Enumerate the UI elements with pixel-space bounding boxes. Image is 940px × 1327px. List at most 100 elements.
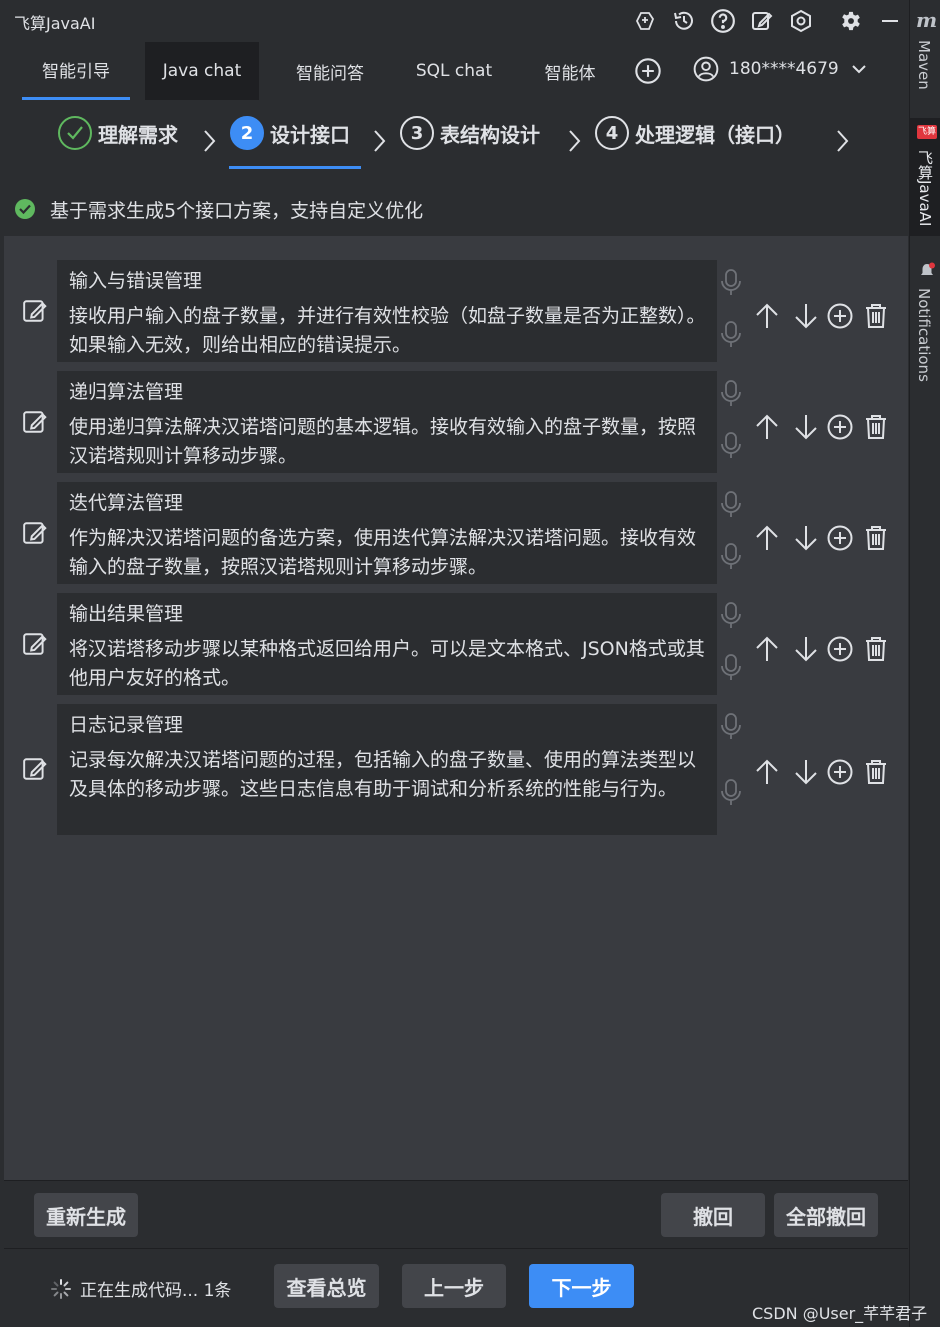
tab-agent[interactable]: 智能体: [526, 42, 614, 100]
interface-card[interactable]: 递归算法管理 使用递归算法解决汉诺塔问题的基本逻辑。接收有效输入的盘子数量，按照…: [57, 371, 717, 473]
step-label: 设计接口: [270, 122, 350, 147]
move-up-icon[interactable]: [753, 524, 781, 552]
microphone-icon[interactable]: [720, 490, 742, 518]
interface-card[interactable]: 日志记录管理 记录每次解决汉诺塔问题的过程，包括输入的盘子数量、使用的算法类型以…: [57, 704, 717, 835]
add-tab-button[interactable]: [628, 42, 668, 100]
delete-icon[interactable]: [862, 302, 890, 330]
maven-logo: m: [916, 8, 938, 32]
title-bar: 飞算JavaAI: [0, 0, 909, 42]
step-understand-requirements[interactable]: 理解需求: [58, 116, 178, 150]
tab-sql-chat[interactable]: SQL chat: [402, 42, 506, 100]
add-item-icon[interactable]: [826, 302, 854, 330]
javaai-tool-button[interactable]: 飞算JavaAI: [915, 150, 936, 226]
delete-icon[interactable]: [862, 413, 890, 441]
right-tool-strip: m Maven 飞算 飞算JavaAI Notifications: [909, 0, 940, 1327]
microphone-icon[interactable]: [720, 268, 742, 296]
microphone-icon[interactable]: [720, 431, 742, 459]
gear-icon[interactable]: [837, 7, 865, 35]
generation-status-text: 正在生成代码... 1条: [80, 1281, 232, 1301]
notifications-tool-button[interactable]: Notifications: [915, 288, 933, 382]
delete-icon[interactable]: [862, 524, 890, 552]
card-description: 将汉诺塔移动步骤以某种格式返回给用户。可以是文本格式、JSON格式或其他用户友好…: [69, 638, 705, 689]
interface-card[interactable]: 迭代算法管理 作为解决汉诺塔问题的备选方案，使用迭代算法解决汉诺塔问题。接收有效…: [57, 482, 717, 584]
edit-icon[interactable]: [22, 520, 48, 546]
undo-all-button[interactable]: 全部撤回: [774, 1193, 878, 1237]
interface-card[interactable]: 输出结果管理 将汉诺塔移动步骤以某种格式返回给用户。可以是文本格式、JSON格式…: [57, 593, 717, 695]
status-text: 基于需求生成5个接口方案，支持自定义优化: [50, 200, 424, 222]
step-design-interfaces[interactable]: 2 设计接口: [230, 116, 350, 150]
generation-status: 正在生成代码... 1条: [50, 1276, 231, 1301]
card-description: 使用递归算法解决汉诺塔问题的基本逻辑。接收有效输入的盘子数量，按照汉诺塔规则计算…: [69, 416, 697, 467]
check-icon: [58, 116, 92, 150]
previous-step-button[interactable]: 上一步: [402, 1264, 506, 1308]
edit-icon[interactable]: [22, 756, 48, 782]
interface-card[interactable]: 输入与错误管理 接收用户输入的盘子数量，并进行有效性校验（如盘子数量是否为正整数…: [57, 260, 717, 362]
user-menu[interactable]: 180****4679: [693, 56, 869, 82]
history-icon[interactable]: [670, 7, 698, 35]
microphone-icon[interactable]: [720, 379, 742, 407]
step-processing-logic[interactable]: 4 处理逻辑（接口）: [595, 116, 795, 150]
javaai-logo-icon: 飞算: [917, 125, 937, 139]
move-down-icon[interactable]: [792, 635, 820, 663]
add-item-icon[interactable]: [826, 758, 854, 786]
tab-smart-guide[interactable]: 智能引导: [22, 42, 130, 100]
brain-icon[interactable]: [631, 7, 659, 35]
edit-icon[interactable]: [22, 631, 48, 657]
view-overview-button[interactable]: 查看总览: [274, 1264, 379, 1308]
settings-hex-icon[interactable]: [787, 7, 815, 35]
step-number: 3: [400, 116, 434, 150]
step-number: 4: [595, 116, 629, 150]
add-item-icon[interactable]: [826, 413, 854, 441]
step-label: 理解需求: [98, 122, 178, 147]
edit-icon[interactable]: [22, 298, 48, 324]
delete-icon[interactable]: [862, 758, 890, 786]
edit-icon[interactable]: [22, 409, 48, 435]
minimize-icon[interactable]: [876, 7, 904, 35]
move-down-icon[interactable]: [792, 413, 820, 441]
move-down-icon[interactable]: [792, 524, 820, 552]
add-circle-icon: [635, 58, 661, 84]
undo-button[interactable]: 撤回: [661, 1193, 765, 1237]
move-up-icon[interactable]: [753, 302, 781, 330]
interface-list: 输入与错误管理 接收用户输入的盘子数量，并进行有效性校验（如盘子数量是否为正整数…: [4, 238, 908, 1180]
chevron-down-icon: [852, 65, 866, 74]
status-row: 基于需求生成5个接口方案，支持自定义优化: [4, 182, 908, 236]
bell-icon: [921, 262, 935, 275]
user-avatar-icon: [693, 56, 719, 82]
microphone-icon[interactable]: [720, 320, 742, 348]
app-title: 飞算JavaAI: [14, 14, 96, 33]
chevron-right-icon: [204, 130, 216, 152]
microphone-icon[interactable]: [720, 712, 742, 740]
chevron-right-icon: [374, 130, 386, 152]
tab-smart-qa[interactable]: 智能问答: [276, 42, 384, 100]
card-title: 输入与错误管理: [69, 270, 203, 292]
chevron-right-icon[interactable]: [834, 128, 850, 154]
regenerate-button[interactable]: 重新生成: [34, 1193, 138, 1237]
move-down-icon[interactable]: [792, 302, 820, 330]
next-step-button[interactable]: 下一步: [529, 1264, 634, 1308]
card-title: 输出结果管理: [69, 603, 184, 625]
tab-java-chat[interactable]: Java chat: [145, 42, 259, 100]
microphone-icon[interactable]: [720, 601, 742, 629]
chevron-right-icon: [569, 130, 581, 152]
add-item-icon[interactable]: [826, 635, 854, 663]
move-up-icon[interactable]: [753, 758, 781, 786]
microphone-icon[interactable]: [720, 542, 742, 570]
step-navigator: 理解需求 2 设计接口 3 表结构设计 4 处理逻辑（接口）: [4, 102, 908, 182]
card-description: 接收用户输入的盘子数量，并进行有效性校验（如盘子数量是否为正整数）。如果输入无效…: [69, 305, 706, 356]
help-icon[interactable]: [709, 7, 737, 35]
loading-spinner-icon: [51, 1278, 71, 1299]
microphone-icon[interactable]: [720, 653, 742, 681]
step-table-design[interactable]: 3 表结构设计: [400, 116, 540, 150]
maven-tool-button[interactable]: Maven: [915, 40, 933, 90]
microphone-icon[interactable]: [720, 778, 742, 806]
delete-icon[interactable]: [862, 635, 890, 663]
move-up-icon[interactable]: [753, 413, 781, 441]
edit-icon[interactable]: [748, 7, 776, 35]
add-item-icon[interactable]: [826, 524, 854, 552]
move-down-icon[interactable]: [792, 758, 820, 786]
main-panel: 理解需求 2 设计接口 3 表结构设计 4 处理逻辑（接口） 基于需求生成5个接…: [4, 102, 908, 1327]
move-up-icon[interactable]: [753, 635, 781, 663]
action-bar: 重新生成 撤回 全部撤回: [4, 1180, 908, 1248]
card-title: 递归算法管理: [69, 381, 184, 403]
